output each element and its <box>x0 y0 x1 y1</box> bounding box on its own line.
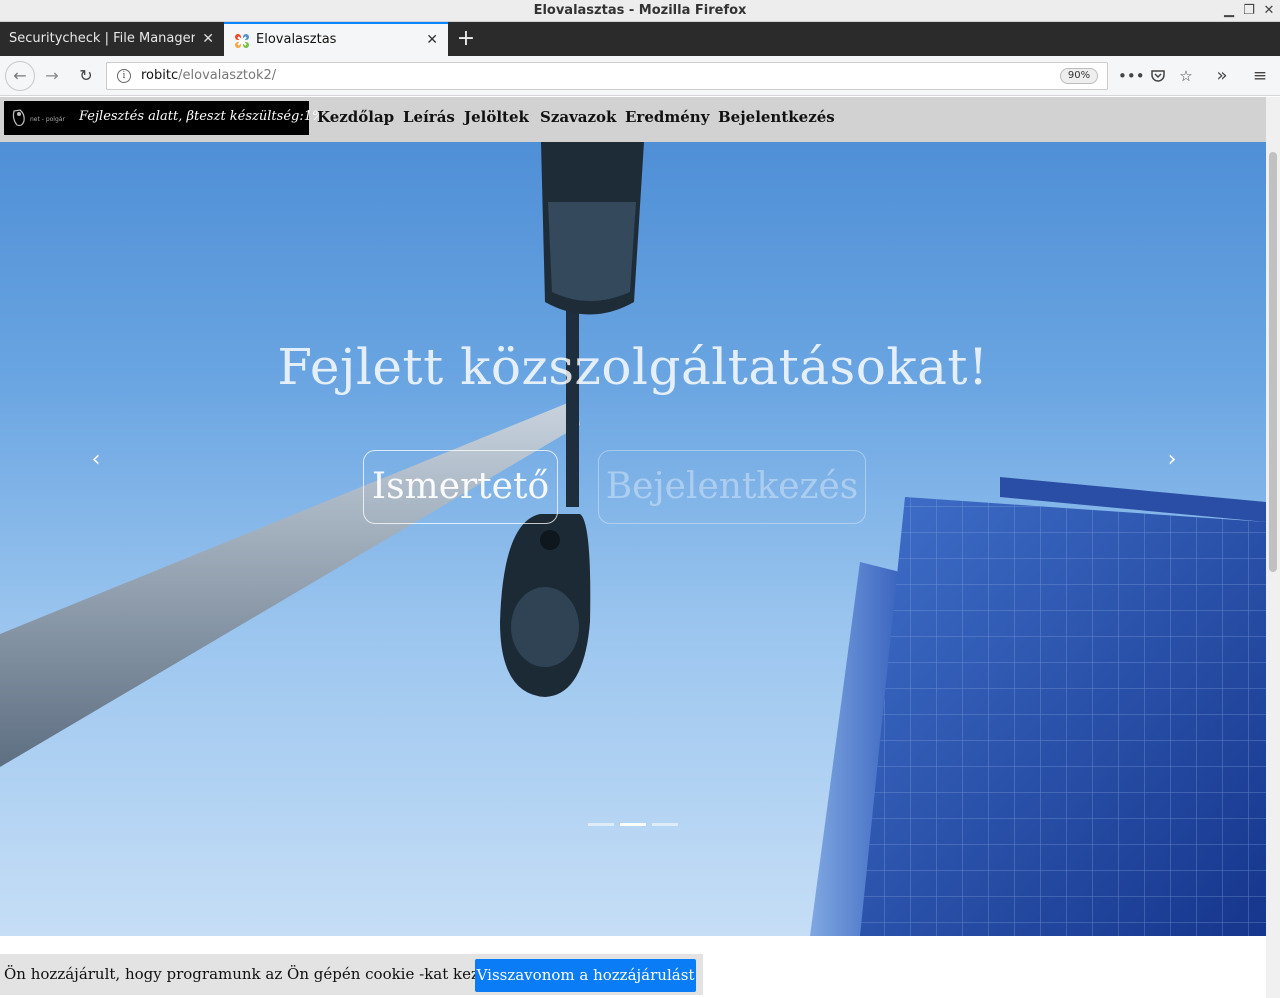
scrollbar-thumb[interactable] <box>1269 152 1277 572</box>
menu-kezdolap[interactable]: Kezdőlap <box>317 108 394 126</box>
menu-bejelentkezes[interactable]: Bejelentkezés <box>718 108 835 126</box>
menu-jeloltek[interactable]: Jelöltek <box>464 108 529 126</box>
close-tab-icon[interactable]: ✕ <box>426 24 438 56</box>
bejelentkezes-hero-button[interactable]: Bejelentkezés <box>598 450 866 524</box>
menu-leiras[interactable]: Leírás <box>403 108 455 126</box>
cookie-text: Ön hozzájárult, hogy programunk az Ön gé… <box>4 965 521 983</box>
carousel-indicator-1[interactable] <box>588 823 614 826</box>
cookie-consent-bar: Ön hozzájárult, hogy programunk az Ön gé… <box>0 954 703 995</box>
site-navbar: net - polgár Fejlesztés alatt, βteszt ké… <box>0 97 1266 142</box>
ismerteto-button[interactable]: Ismertető <box>363 450 558 524</box>
window-title: Elovalasztas - Mozilla Firefox <box>533 3 747 18</box>
joomla-favicon-icon <box>235 34 249 48</box>
hamburger-menu-icon[interactable]: ≡ <box>1248 62 1272 90</box>
tab-label: Elovalasztas <box>256 32 337 47</box>
reload-button[interactable]: ↻ <box>72 62 100 90</box>
restore-icon[interactable]: ❐ <box>1240 2 1258 20</box>
carousel-next-icon[interactable]: › <box>1160 448 1184 472</box>
site-info-icon[interactable]: i <box>117 69 131 83</box>
close-window-icon[interactable]: ✕ <box>1260 2 1278 20</box>
page-actions-icon[interactable]: ••• <box>1118 62 1145 90</box>
tab-strip: Securitycheck | File Manager Con ✕ Elova… <box>0 22 1280 56</box>
menu-szavazok[interactable]: Szavazok <box>540 108 616 126</box>
net-polgar-logo: net - polgár <box>12 109 65 127</box>
url-bar[interactable]: i robitc/elovalasztok2/ <box>106 62 1108 90</box>
web-page: net - polgár Fejlesztés alatt, βteszt ké… <box>0 97 1266 998</box>
navigation-toolbar: ← → ↻ i robitc/elovalasztok2/ 90% ••• ☆ … <box>0 56 1280 96</box>
back-button[interactable]: ← <box>5 61 35 91</box>
hero-carousel: Fejlett közszolgáltatásokat! Ismertető B… <box>0 142 1266 936</box>
svg-text:net - polgár: net - polgár <box>30 116 65 123</box>
pocket-icon[interactable] <box>1146 62 1170 90</box>
tab-label: Securitycheck | File Manager Con <box>9 31 195 46</box>
brand-tagline: Fejlesztés alatt, βteszt készültség:1% <box>79 109 325 124</box>
overflow-menu-icon[interactable]: » <box>1210 62 1234 90</box>
revoke-consent-button[interactable]: Visszavonom a hozzájárulást <box>475 959 696 992</box>
carousel-prev-icon[interactable]: ‹ <box>84 448 108 472</box>
window-titlebar: Elovalasztas - Mozilla Firefox ▁ ❐ ✕ <box>0 0 1280 22</box>
close-tab-icon[interactable]: ✕ <box>202 22 214 56</box>
page-scrollbar[interactable] <box>1266 97 1280 998</box>
tab-elovalasztas[interactable]: Elovalasztas ✕ <box>224 22 448 56</box>
brand-banner[interactable]: net - polgár Fejlesztés alatt, βteszt ké… <box>4 101 324 135</box>
new-tab-button[interactable]: + <box>454 22 478 56</box>
carousel-indicator-3[interactable] <box>652 823 678 826</box>
zoom-badge[interactable]: 90% <box>1060 68 1098 84</box>
hero-title: Fejlett közszolgáltatásokat! <box>277 338 989 396</box>
bookmark-star-icon[interactable]: ☆ <box>1174 62 1198 90</box>
minimize-icon[interactable]: ▁ <box>1220 2 1238 20</box>
hero-background-image <box>0 142 1266 936</box>
tab-securitycheck[interactable]: Securitycheck | File Manager Con ✕ <box>0 22 224 56</box>
forward-button[interactable]: → <box>38 62 66 90</box>
menu-eredmeny[interactable]: Eredmény <box>625 108 709 126</box>
url-text: robitc/elovalasztok2/ <box>141 68 277 83</box>
carousel-indicator-2-active[interactable] <box>620 823 646 826</box>
